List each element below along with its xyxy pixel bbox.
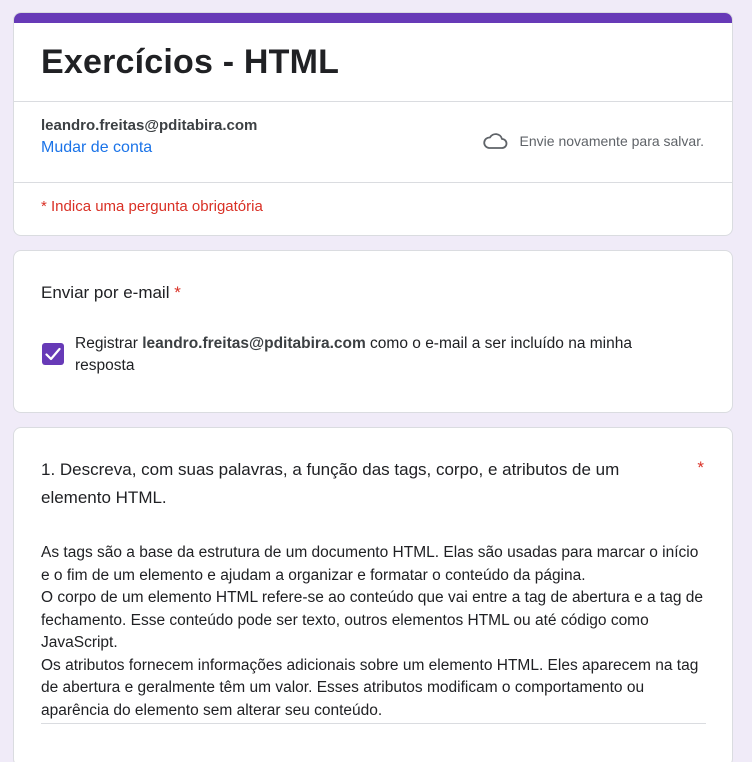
divider bbox=[14, 101, 732, 102]
required-note: * Indica uma pergunta obrigatória bbox=[41, 198, 263, 215]
divider bbox=[14, 182, 732, 183]
record-email-checkbox[interactable] bbox=[42, 343, 64, 365]
account-email: leandro.freitas@pditabira.com bbox=[41, 117, 258, 134]
answer-underline bbox=[41, 723, 706, 724]
label-email: leandro.freitas@pditabira.com bbox=[142, 335, 366, 352]
email-question-title: Enviar por e-mail * bbox=[41, 283, 181, 303]
email-question-text: Enviar por e-mail bbox=[41, 283, 170, 302]
answer-paragraph: Os atributos fornecem informações adicio… bbox=[41, 656, 699, 719]
save-status-text: Envie novamente para salvar. bbox=[519, 133, 704, 149]
record-email-label: Registrar leandro.freitas@pditabira.com … bbox=[75, 333, 665, 377]
required-asterisk: * bbox=[174, 283, 181, 302]
checkmark-icon bbox=[45, 347, 61, 361]
switch-account-link[interactable]: Mudar de conta bbox=[41, 139, 152, 157]
form-title: Exercícios - HTML bbox=[41, 43, 340, 81]
email-question-card: Enviar por e-mail * Registrar leandro.fr… bbox=[13, 250, 733, 413]
answer-paragraph: As tags são a base da estrutura de um do… bbox=[41, 544, 699, 584]
question-1-answer-field[interactable]: As tags são a base da estrutura de um do… bbox=[41, 542, 706, 722]
question-1-title: 1. Descreva, com suas palavras, a função… bbox=[41, 460, 620, 507]
required-asterisk: * bbox=[697, 458, 704, 477]
label-prefix: Registrar bbox=[75, 335, 143, 352]
accent-bar bbox=[14, 13, 732, 23]
save-status: Envie novamente para salvar. bbox=[482, 131, 704, 151]
cloud-icon bbox=[482, 131, 508, 151]
form-header-card: Exercícios - HTML leandro.freitas@pditab… bbox=[13, 12, 733, 236]
answer-paragraph: O corpo de um elemento HTML refere-se ao… bbox=[41, 589, 704, 651]
question-1-card: 1. Descreva, com suas palavras, a função… bbox=[13, 427, 733, 762]
